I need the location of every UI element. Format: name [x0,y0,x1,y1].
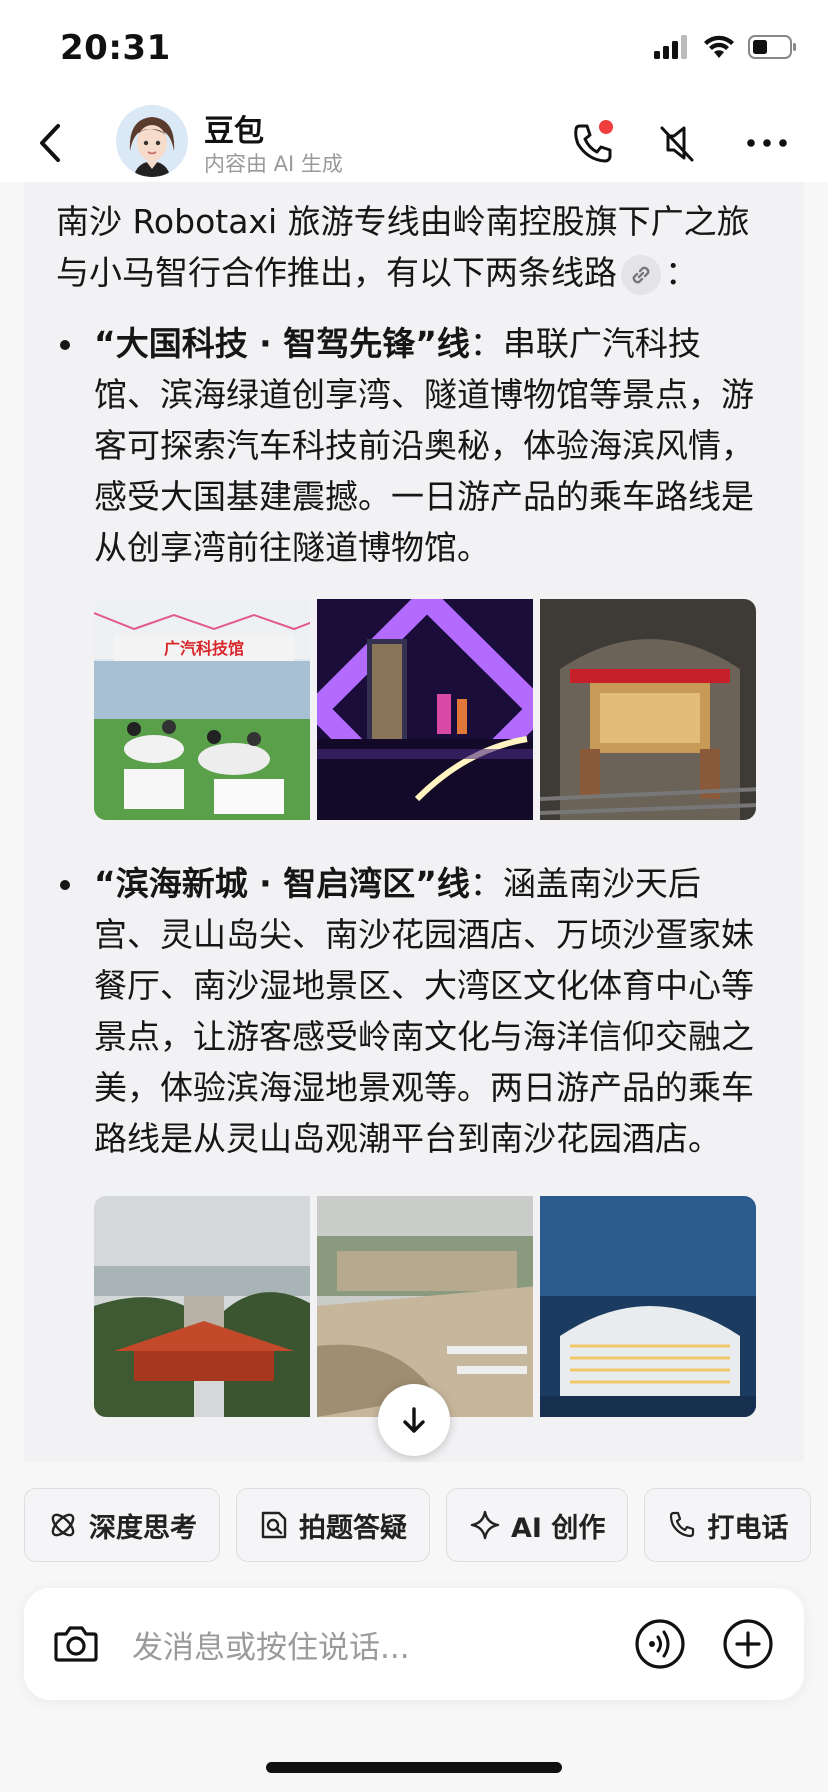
battery-icon [748,35,796,59]
phone-icon [670,1511,695,1538]
cellular-signal-icon [654,35,687,59]
source-link-chip[interactable] [621,254,661,295]
chat-header: 豆包 内容由 AI 生成 [0,100,828,182]
route-image[interactable] [317,1196,533,1417]
chip-phone-call[interactable]: 打电话 [644,1488,812,1562]
avatar[interactable] [116,105,188,177]
chip-label: 打电话 [707,1512,789,1544]
quick-action-chips: 深度思考 拍题答疑 AI 创作 打电话 [24,1488,812,1562]
back-arrow-icon[interactable] [30,118,70,168]
link-icon [632,266,650,283]
bot-name: 豆包 [204,114,264,149]
avatar-image [116,105,188,177]
camera-icon[interactable] [52,1620,100,1668]
image-sign-text: 广汽科技馆 [164,639,244,658]
sparkle-icon [470,1510,500,1540]
voice-input-icon[interactable] [634,1618,686,1670]
intro-paragraph: 南沙 Robotaxi 旅游专线由岭南控股旗下广之旅与小马智行合作推出，有以下两… [56,196,756,298]
ai-generated-label: 内容由 AI 生成 [204,152,343,176]
chip-photo-question[interactable]: 拍题答疑 [236,1488,430,1562]
add-icon[interactable] [722,1618,774,1670]
route-item: “大国科技 · 智驾先锋”线：串联广汽科技馆、滨海绿道创享湾、隧道博物馆等景点，… [56,318,756,573]
status-bar: 20:31 [0,0,828,100]
home-indicator [266,1762,562,1773]
wifi-icon [704,35,734,58]
chip-label: AI 创作 [511,1512,606,1544]
message-input-bar[interactable]: 发消息或按住说话... [24,1588,804,1700]
chip-label: 拍题答疑 [299,1512,407,1544]
route-title: “大国科技 · 智驾先锋”线 [94,324,470,363]
voice-call-icon[interactable] [568,118,618,168]
chip-ai-create[interactable]: AI 创作 [446,1488,629,1562]
speaker-muted-icon[interactable] [652,118,702,168]
route-image-row [94,1196,756,1417]
route-title: “滨海新城 · 智启湾区”线 [94,864,470,903]
deep-think-icon [51,1513,75,1537]
photo-question-icon [261,1511,287,1539]
chip-deep-think[interactable]: 深度思考 [24,1488,220,1562]
arrow-down-icon [403,1407,425,1433]
more-options-icon[interactable] [742,118,792,168]
route-image[interactable] [540,1196,756,1417]
route-item: “滨海新城 · 智启湾区”线：涵盖南沙天后宫、灵山岛尖、南沙花园酒店、万顷沙疍家… [56,858,756,1164]
route-image[interactable] [540,599,756,820]
scroll-down-button[interactable] [378,1384,450,1456]
route-image[interactable] [94,1196,310,1417]
status-icons [654,34,798,60]
route-image-row: 广汽科技馆 [94,599,756,820]
route-description: ：涵盖南沙天后宫、灵山岛尖、南沙花园酒店、万顷沙疍家妹餐厅、南沙湿地景区、大湾区… [94,864,754,1158]
route-image[interactable]: 广汽科技馆 [94,599,310,820]
chip-label: 深度思考 [89,1512,197,1544]
intro-end: ： [665,253,698,292]
route-image[interactable] [317,599,533,820]
message-input-placeholder[interactable]: 发消息或按住说话... [132,1622,410,1667]
ai-message: 南沙 Robotaxi 旅游专线由岭南控股旗下广之旅与小马智行合作推出，有以下两… [56,196,756,1417]
status-time: 20:31 [60,28,171,68]
